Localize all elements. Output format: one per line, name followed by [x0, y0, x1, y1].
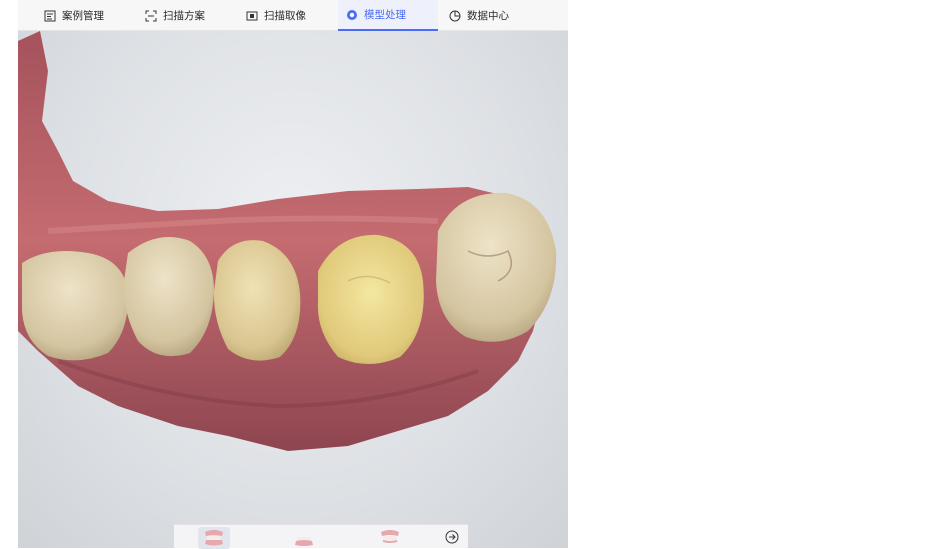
tooth-prepared-crown	[317, 234, 424, 364]
lower-jaw-button[interactable]	[288, 527, 320, 549]
case-list-icon	[44, 10, 56, 22]
model-viewport[interactable]	[18, 31, 568, 548]
upper-jaw-button[interactable]	[374, 527, 406, 549]
jaw-view-toolbar	[174, 524, 468, 549]
upper-lower-jaw-button[interactable]	[198, 527, 230, 549]
tab-scan-capture[interactable]: 扫描取像	[238, 0, 314, 31]
tab-label: 扫描方案	[163, 10, 205, 22]
lower-jaw-icon	[295, 537, 313, 546]
top-navigation-bar: 案例管理 扫描方案 扫描取像 模型处理 数据中心	[18, 0, 568, 31]
scan-frame-icon	[145, 10, 157, 22]
next-step-button[interactable]	[444, 529, 460, 545]
tab-model-processing[interactable]: 模型处理	[338, 0, 438, 31]
tab-scan-plan[interactable]: 扫描方案	[137, 0, 213, 31]
upper-lower-jaw-icon	[205, 530, 223, 546]
capture-icon	[246, 10, 258, 22]
clock-chart-icon	[449, 10, 461, 22]
tab-label: 扫描取像	[264, 10, 306, 22]
tab-label: 案例管理	[62, 10, 104, 22]
tab-case-management[interactable]: 案例管理	[36, 0, 112, 31]
tooth-molar-left	[22, 250, 129, 361]
tab-label: 模型处理	[364, 9, 406, 21]
tab-label: 数据中心	[467, 10, 509, 22]
arrow-right-circle-icon	[445, 530, 459, 544]
dental-scan-model[interactable]	[18, 31, 568, 548]
model-process-icon	[346, 9, 358, 21]
tooth-molar-right	[436, 192, 557, 342]
tooth-premolar-1	[123, 237, 214, 357]
upper-jaw-icon	[381, 530, 399, 543]
tooth-premolar-2	[213, 240, 301, 361]
tab-data-center[interactable]: 数据中心	[441, 0, 517, 31]
